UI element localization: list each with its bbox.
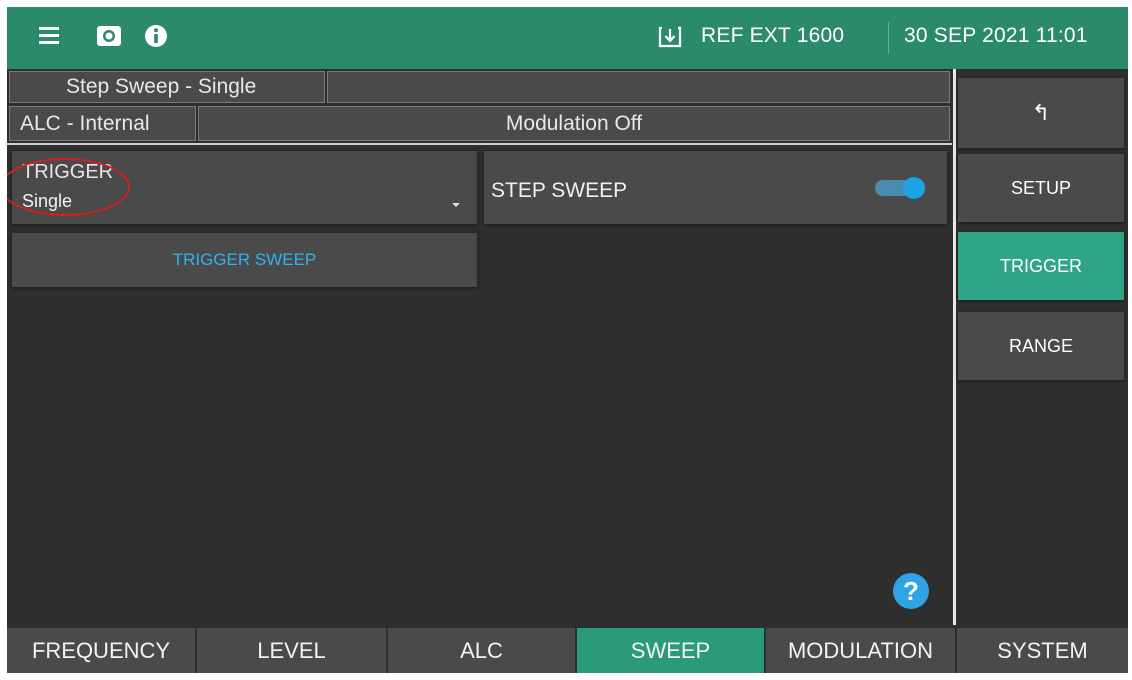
tab-alc[interactable]: ALC (386, 628, 575, 673)
info-icon[interactable] (143, 23, 171, 49)
trigger-sweep-button[interactable]: TRIGGER SWEEP (12, 233, 477, 287)
status-separator (7, 143, 952, 145)
toggle-knob (903, 177, 925, 199)
side-item-trigger[interactable]: TRIGGER (958, 232, 1124, 300)
reference-input-icon (657, 24, 683, 50)
modulation-status: Modulation Off (198, 106, 950, 141)
tab-sweep[interactable]: SWEEP (575, 628, 764, 673)
back-arrow-icon: ↰ (1031, 100, 1051, 125)
tab-frequency[interactable]: FREQUENCY (7, 628, 195, 673)
chevron-down-icon (452, 203, 460, 207)
tab-modulation[interactable]: MODULATION (764, 628, 955, 673)
menu-icon[interactable] (37, 23, 63, 49)
status-empty-cell (327, 71, 950, 103)
reference-status: REF EXT 1600 (701, 24, 845, 47)
top-bar: REF EXT 1600 30 SEP 2021 11:01 (7, 7, 1128, 69)
camera-icon[interactable] (95, 23, 123, 49)
side-item-range[interactable]: RANGE (958, 312, 1124, 380)
step-sweep-label: STEP SWEEP (491, 179, 628, 202)
sweep-mode-status: Step Sweep - Single (9, 71, 325, 103)
header-divider (888, 22, 889, 54)
app-window: REF EXT 1600 30 SEP 2021 11:01 Step Swee… (7, 7, 1128, 673)
tab-level[interactable]: LEVEL (195, 628, 386, 673)
alc-status: ALC - Internal (9, 106, 196, 141)
help-icon[interactable]: ? (893, 573, 929, 609)
tab-system[interactable]: SYSTEM (955, 628, 1128, 673)
back-button[interactable]: ↰ (958, 78, 1124, 148)
step-sweep-panel: STEP SWEEP (484, 151, 947, 224)
step-sweep-toggle[interactable] (875, 177, 925, 199)
side-divider (953, 69, 956, 625)
side-item-setup[interactable]: SETUP (958, 154, 1124, 222)
date-time: 30 SEP 2021 11:01 (904, 24, 1088, 47)
